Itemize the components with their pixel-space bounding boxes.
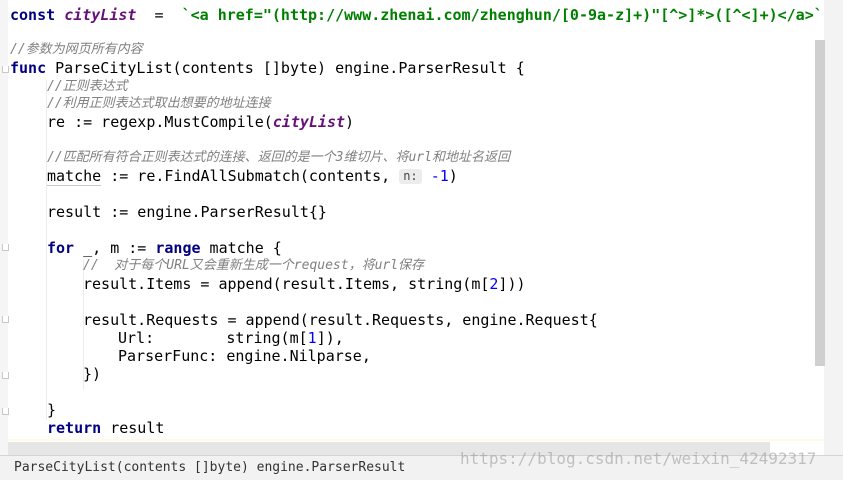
number-literal: 1: [307, 329, 317, 347]
keyword: return: [47, 419, 102, 437]
fold-marker-icon[interactable]: [2, 408, 9, 415]
code-text: re := regexp.MustCompile(: [47, 113, 273, 131]
code-editor[interactable]: const cityList = `<a href="(http://www.z…: [0, 0, 843, 479]
code-line-url: Url: string(m[1]),: [118, 329, 344, 347]
comment-line: // 对于每个URL又会重新生成一个request，将url保存: [83, 258, 425, 273]
comment-line: //参数为网页所有内容: [10, 42, 143, 57]
fold-marker-icon[interactable]: [2, 316, 9, 323]
code-line-requests: result.Requests = append(result.Requests…: [83, 311, 598, 329]
identifier-citylist: cityList: [64, 6, 137, 24]
fold-marker-icon[interactable]: [2, 372, 9, 379]
code-line-const: const cityList = `<a href="(http://www.z…: [10, 6, 823, 24]
keyword: range: [155, 239, 201, 257]
code-line-match: matche := re.FindAllSubmatch(contents, n…: [47, 167, 458, 186]
code-text: Url: string(m[: [118, 329, 308, 347]
code-text: _, m :=: [74, 239, 156, 257]
param-hint: n:: [399, 169, 422, 184]
code-line-close-brace: }: [47, 401, 57, 419]
code-text: matche {: [200, 239, 282, 257]
variable-matche: matche: [47, 167, 102, 186]
fold-marker-icon[interactable]: [2, 244, 9, 251]
code-text: ]),: [316, 329, 344, 347]
comment-line: //匹配所有符合正则表达式的连接、返回的是一个3维切片、将url和地址名返回: [47, 150, 510, 165]
code-line-parserfunc: ParserFunc: engine.Nilparse,: [118, 347, 371, 365]
regex-string: `<a href="(http://www.zhenai.com/zhenghu…: [181, 6, 823, 24]
code-line-items: result.Items = append(result.Items, stri…: [83, 275, 526, 293]
code-line-for: for _, m := range matche {: [47, 239, 282, 257]
keyword: const: [10, 6, 56, 24]
identifier-citylist: cityList: [272, 113, 346, 131]
keyword: func: [10, 59, 47, 77]
watermark: https://blog.csdn.net/weixin_42492317: [460, 449, 817, 468]
current-line-highlight: [8, 439, 824, 441]
code-line-result: result := engine.ParserResult{}: [47, 203, 327, 221]
comment-line: //正则表达式: [47, 79, 128, 94]
vertical-scrollbar-thumb[interactable]: [815, 40, 825, 366]
code-line-re: re := regexp.MustCompile(cityList): [47, 113, 354, 131]
code-line-return: return result: [47, 419, 164, 437]
fold-marker-icon[interactable]: [2, 66, 9, 73]
code-line-close-paren: }): [83, 365, 102, 383]
code-line-func: func ParseCityList(contents []byte) engi…: [10, 59, 525, 77]
keyword: for: [47, 239, 75, 257]
status-bar-signature: ParseCityList(contents []byte) engine.Pa…: [14, 460, 406, 475]
code-text: ): [448, 167, 458, 185]
code-text: result: [101, 419, 165, 437]
code-text: result.Items = append(result.Items, stri…: [83, 275, 490, 293]
code-text: ])): [498, 275, 526, 293]
operator: =: [136, 6, 182, 24]
comment-line: //利用正则表达式取出想要的地址连接: [47, 96, 271, 111]
number-literal: -1: [430, 167, 449, 185]
code-text: ): [345, 113, 355, 131]
func-signature: ParseCityList(contents []byte) engine.Pa…: [46, 59, 525, 77]
code-text: := re.FindAllSubmatch(contents,: [101, 167, 400, 185]
code-area[interactable]: const cityList = `<a href="(http://www.z…: [0, 0, 824, 455]
vertical-scrollbar[interactable]: [824, 0, 843, 455]
